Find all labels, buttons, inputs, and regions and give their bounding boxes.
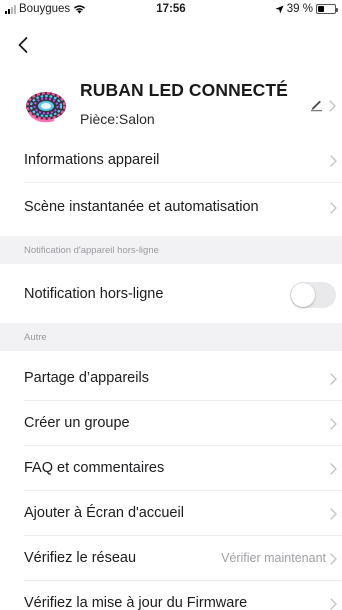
status-right: 39 % (275, 3, 338, 15)
toggle-knob (291, 283, 315, 307)
chevron-right-icon (330, 553, 337, 565)
scene-automation-row[interactable]: Scène instantanée et automatisation (0, 185, 342, 230)
scene-automation-label: Scène instantanée et automatisation (24, 199, 259, 215)
battery-icon (316, 4, 338, 14)
offline-notification-toggle[interactable] (290, 282, 336, 308)
chevron-right-icon (330, 373, 337, 385)
other-section-header: Autre (0, 323, 342, 351)
share-device-label: Partage d’appareils (24, 370, 149, 386)
chevron-right-icon (330, 508, 337, 520)
offline-notification-row: Notification hors-ligne (0, 270, 342, 320)
share-device-row[interactable]: Partage d’appareils (0, 356, 342, 401)
pencil-icon[interactable] (309, 98, 323, 112)
check-firmware-label: Vérifiez la mise à jour du Firmware (24, 595, 248, 610)
check-network-action[interactable]: Vérifier maintenant (221, 551, 326, 565)
offline-section-title: Notification d'appareil hors-ligne (24, 245, 159, 256)
add-home-screen-label: Ajouter à Écran d'accueil (24, 505, 184, 521)
faq-label: FAQ et commentaires (24, 460, 165, 476)
create-group-label: Créer un groupe (24, 415, 130, 431)
battery-fill (318, 6, 325, 12)
create-group-row[interactable]: Créer un groupe (0, 401, 342, 446)
device-info-row[interactable]: Informations appareil (0, 138, 342, 183)
check-network-row[interactable]: Vérifiez le réseau Vérifier maintenant (0, 536, 342, 581)
device-info-label: Informations appareil (24, 152, 160, 168)
chevron-right-icon (329, 100, 336, 112)
faq-row[interactable]: FAQ et commentaires (0, 446, 342, 491)
device-name: RUBAN LED CONNECTÉ (80, 80, 288, 100)
led-strip-icon (26, 91, 66, 123)
offline-notification-label: Notification hors-ligne (24, 286, 164, 302)
add-home-screen-row[interactable]: Ajouter à Écran d'accueil (0, 491, 342, 536)
row-divider (24, 182, 342, 183)
chevron-right-icon (330, 202, 337, 214)
other-section-title: Autre (24, 332, 47, 343)
chevron-right-icon (330, 418, 337, 430)
check-firmware-row[interactable]: Vérifiez la mise à jour du Firmware (0, 581, 342, 610)
device-room: Pièce:Salon (80, 111, 155, 127)
device-header[interactable]: RUBAN LED CONNECTÉ Pièce:Salon (0, 74, 342, 136)
offline-section-header: Notification d'appareil hors-ligne (0, 236, 342, 264)
chevron-right-icon (330, 155, 337, 167)
status-bar: Bouygues 17:56 39 % (0, 0, 342, 20)
chevron-right-icon (330, 598, 337, 610)
check-network-label: Vérifiez le réseau (24, 550, 137, 566)
location-arrow-icon (275, 4, 284, 14)
back-button[interactable] (13, 34, 35, 56)
battery-percent: 39 % (286, 3, 313, 15)
chevron-left-icon (18, 37, 28, 53)
chevron-right-icon (330, 463, 337, 475)
